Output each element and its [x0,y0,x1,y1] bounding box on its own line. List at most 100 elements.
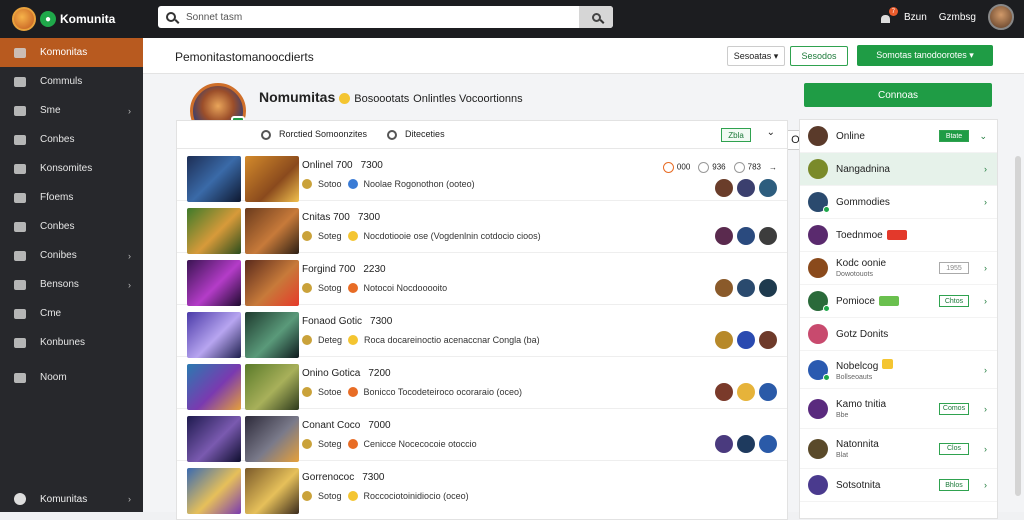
stat-views[interactable]: 936 [698,162,726,173]
chevron-right-icon[interactable]: › [984,263,987,273]
share-arrow-icon[interactable]: → [769,163,777,172]
avatar[interactable] [759,179,777,197]
feed-row[interactable]: Cnitas 700 7300 Soteg Nocdotiooie ose (Vog… [177,201,787,254]
member-item[interactable]: Gommodies › [800,186,997,219]
post-title[interactable]: Onino Gotica 7200 [302,368,391,379]
avatar[interactable] [737,331,755,349]
post-title[interactable]: Cnitas 700 7300 [302,212,380,223]
filter-option-1[interactable]: Rorctied Somoonzites [261,129,367,140]
avatar[interactable] [737,179,755,197]
status-pill[interactable]: Btate [939,130,969,142]
avatar[interactable] [715,435,733,453]
post-thumbnail[interactable] [245,364,299,410]
search-button[interactable] [579,6,613,28]
chevron-right-icon[interactable]: › [984,296,987,306]
feed-row[interactable]: Gorrenococ 7300 Sotog Roccociotoinidiocio … [177,461,787,514]
filter-pill[interactable]: Zbla [721,128,751,142]
avatar[interactable] [715,331,733,349]
member-item[interactable]: Kodc oonie Dowotouots 1955 › [800,252,997,285]
sidebar-item-0[interactable]: Komonitas [0,38,149,67]
avatar[interactable] [759,279,777,297]
feed-row[interactable]: Onino Gotica 7200 Sotoe Bonicco Tocodeteir… [177,357,787,410]
brand[interactable]: ● Komunita [0,7,150,31]
chevron-right-icon[interactable]: › [984,365,987,375]
post-thumbnail[interactable] [245,468,299,514]
member-item[interactable]: Nobelcog Bollseoauts › [800,351,997,389]
feed-row[interactable]: Forgind 700 2230 Sotog Notocoi Nocdooooito [177,253,787,306]
sort-dropdown[interactable]: Sesoatas ▾ [727,46,785,66]
sidebar-item-2[interactable]: Sme › [0,96,143,125]
sidebar-item-8[interactable]: Bensons › [0,270,143,299]
avatar[interactable] [715,383,733,401]
primary-dropdown-button[interactable]: Somotas tanodoorotes ▾ [857,45,993,66]
chevron-down-icon[interactable]: ⌄ [767,127,775,138]
member-item[interactable]: Online Btate ⌄ [800,120,997,153]
post-thumbnail[interactable] [245,156,299,202]
post-title[interactable]: Conant Coco 7000 [302,420,391,431]
member-item[interactable]: Natonnita Blat Clos › [800,429,997,469]
post-thumbnail[interactable] [187,416,241,462]
sidebar-item-1[interactable]: Commuls [0,67,143,96]
secondary-button[interactable]: Sesodos [790,46,848,66]
chevron-right-icon[interactable]: › [984,164,987,174]
member-item[interactable]: Toednmoe [800,219,997,252]
avatar[interactable] [759,435,777,453]
member-item[interactable]: Sotsotnita Bhlos › [800,469,997,502]
avatar[interactable] [737,383,755,401]
avatar[interactable] [759,383,777,401]
post-title[interactable]: Forgind 700 2230 [302,264,386,275]
member-item[interactable]: Nangadnina › [800,153,997,186]
filter-option-2[interactable]: Diteceties [387,129,445,140]
member-item[interactable]: Kamo tnitia Bbe Comos › [800,389,997,429]
search-bar[interactable]: Sonnet tasm [158,6,613,28]
post-title[interactable]: Fonaod Gotic 7300 [302,316,392,327]
avatar[interactable] [715,279,733,297]
post-thumbnail[interactable] [187,468,241,514]
avatar[interactable] [737,435,755,453]
chevron-right-icon[interactable]: › [984,197,987,207]
post-thumbnail[interactable] [245,416,299,462]
post-title[interactable]: Onlinel 700 7300 [302,160,383,171]
sidebar-item-6[interactable]: Conbes [0,212,143,241]
search-input[interactable]: Sonnet tasm [186,12,242,23]
sidebar-item-5[interactable]: Ffoems [0,183,143,212]
connect-button[interactable]: Connoas [804,83,992,107]
user-avatar[interactable] [988,4,1014,30]
sidebar-item-9[interactable]: Cme [0,299,143,328]
chevron-right-icon[interactable]: › [984,404,987,414]
sidebar-item-4[interactable]: Konsomites [0,154,143,183]
avatar[interactable] [759,331,777,349]
feed-row[interactable]: Fonaod Gotic 7300 Deteg Roca docareinoctio… [177,305,787,358]
post-thumbnail[interactable] [187,208,241,254]
sidebar-item-11[interactable]: Noom [0,363,143,392]
post-thumbnail[interactable] [245,260,299,306]
status-pill[interactable]: Bhlos [939,479,969,491]
sidebar-item-7[interactable]: Conibes › [0,241,143,270]
post-thumbnail[interactable] [245,312,299,358]
status-pill[interactable]: Chtos [939,295,969,307]
stat-likes[interactable]: 000 [662,162,690,173]
notification-icon[interactable]: 7 [878,7,898,24]
feed-row[interactable]: Onlinel 700 7300 Sotoo Noolae Rogonothon (… [177,149,787,202]
stat-time[interactable]: 783 [733,162,761,173]
chevron-right-icon[interactable]: › [984,480,987,490]
sidebar-item-10[interactable]: Konbunes [0,328,143,357]
status-pill[interactable]: 1955 [939,262,969,274]
chevron-down-icon[interactable]: ⌄ [979,131,987,142]
avatar[interactable] [759,227,777,245]
post-thumbnail[interactable] [245,208,299,254]
sidebar-bottom-item[interactable]: Komunitas › [0,486,143,512]
avatar[interactable] [737,227,755,245]
post-thumbnail[interactable] [187,364,241,410]
sidebar-item-3[interactable]: Conbes [0,125,143,154]
member-item[interactable]: Gotz Donits [800,318,997,351]
avatar[interactable] [715,227,733,245]
avatar[interactable] [737,279,755,297]
post-thumbnail[interactable] [187,312,241,358]
chevron-right-icon[interactable]: › [984,444,987,454]
topbar-link-1[interactable]: Bzun [904,12,927,23]
feed-row[interactable]: Conant Coco 7000 Soteg Cenicce Nocecocoie … [177,409,787,462]
scrollbar[interactable] [1015,156,1021,496]
status-pill[interactable]: Comos [939,402,969,415]
member-item[interactable]: Pomioce Chtos › [800,285,997,318]
